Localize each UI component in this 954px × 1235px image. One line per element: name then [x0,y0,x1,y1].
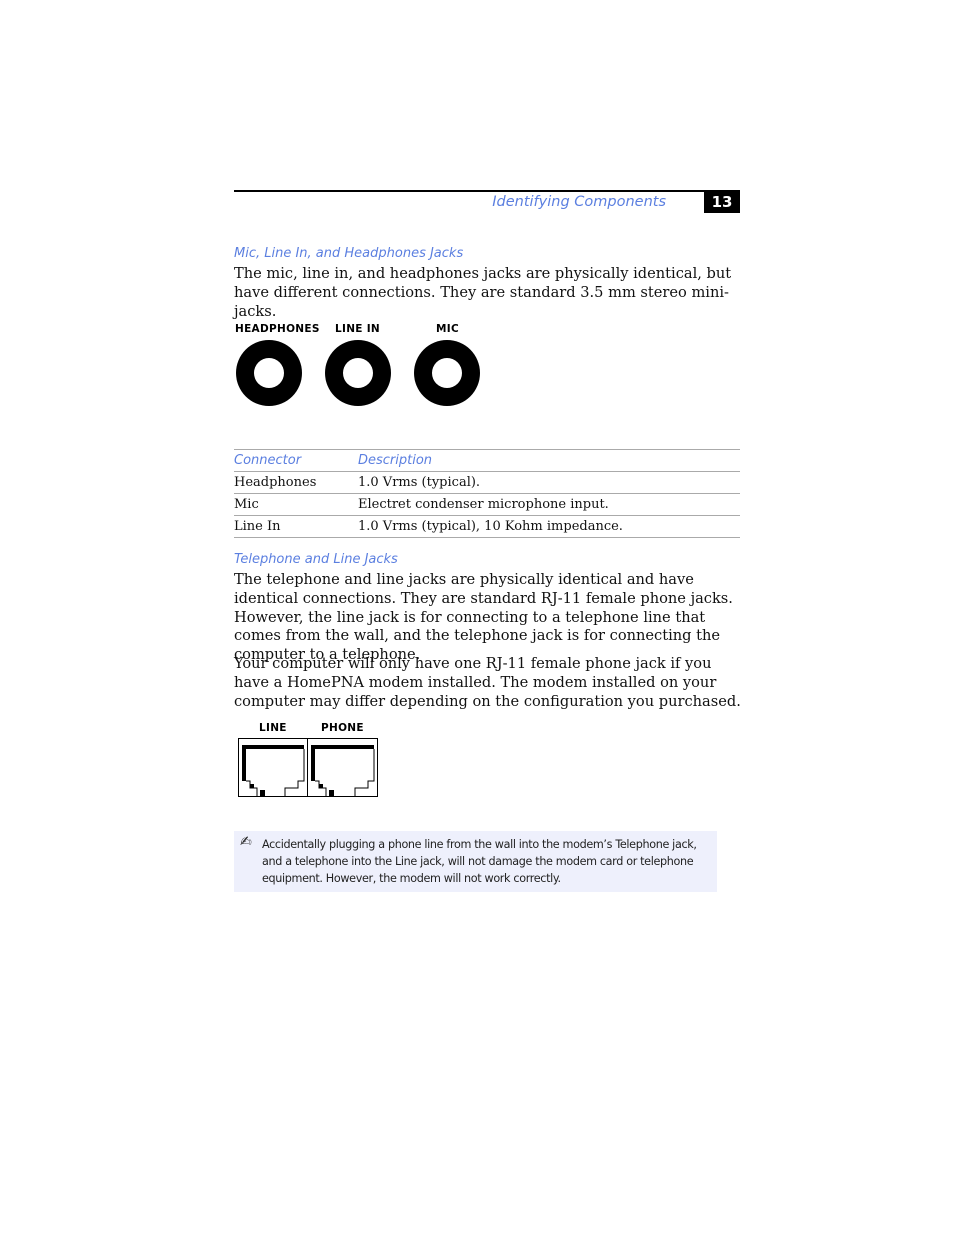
telephone-jacks-paragraph-2: Your computer will only have one RJ-11 f… [234,655,741,710]
page-number: 13 [704,191,740,213]
connector-cell: Headphones [234,471,358,494]
section-title: Identifying Components [492,194,666,210]
connector-cell: Line In [234,515,358,538]
description-cell: 1.0 Vrms (typical), 10 Kohm impedance. [358,515,740,538]
description-cell: Electret condenser microphone input. [358,493,740,516]
headphones-label: HEADPHONES [235,323,320,335]
line-in-jack-icon [325,340,391,406]
connector-table: Connector Description Headphones 1.0 Vrm… [234,449,740,538]
description-cell: 1.0 Vrms (typical). [358,471,740,494]
telephone-jacks-heading: Telephone and Line Jacks [234,552,398,567]
phone-rj11-jack-icon [307,738,378,797]
connector-cell: Mic [234,493,358,516]
column-header-description: Description [358,449,740,472]
mic-label: MIC [436,323,459,335]
note-text: Accidentally plugging a phone line from … [262,838,697,885]
table-row: Line In 1.0 Vrms (typical), 10 Kohm impe… [234,515,740,538]
phone-jack-label: PHONE [321,722,364,734]
note-box: ✍ Accidentally plugging a phone line fro… [234,831,717,892]
audio-jacks-paragraph: The mic, line in, and headphones jacks a… [234,265,732,320]
headphones-jack-icon [236,340,302,406]
telephone-jacks-paragraph-1: The telephone and line jacks are physica… [234,571,733,664]
audio-jacks-heading: Mic, Line In, and Headphones Jacks [234,246,464,261]
line-jack-label: LINE [259,722,287,734]
line-in-label: LINE IN [335,323,381,335]
line-rj11-jack-icon [238,738,308,797]
table-row: Mic Electret condenser microphone input. [234,493,740,516]
column-header-connector: Connector [234,449,358,472]
header-rule [234,190,740,192]
table-row: Headphones 1.0 Vrms (typical). [234,471,740,494]
mic-jack-icon [414,340,480,406]
table-header-row: Connector Description [234,449,740,472]
note-pencil-icon: ✍ [240,834,252,850]
manual-page: Identifying Components 13 Mic, Line In, … [0,0,954,1235]
rj11-jacks-svg [238,738,378,797]
